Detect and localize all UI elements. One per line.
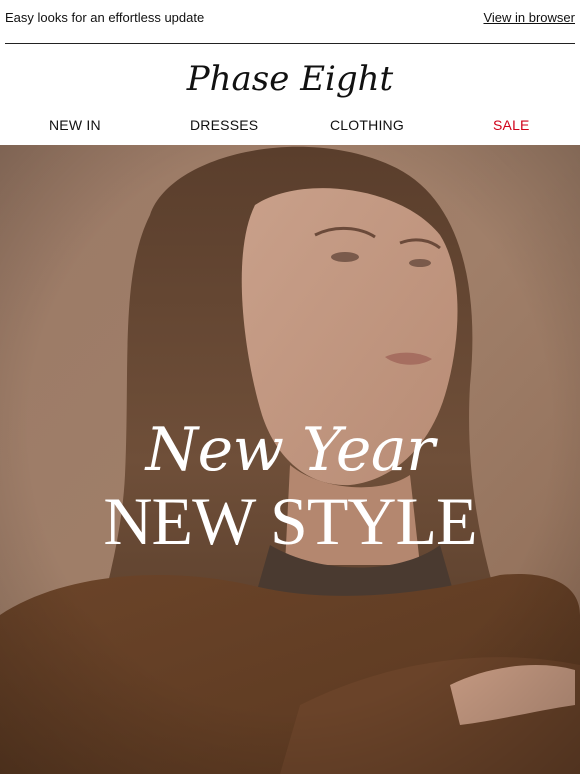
phase-eight-logo-icon: Phase Eight: [186, 59, 394, 99]
view-in-browser-link[interactable]: View in browser: [483, 10, 575, 25]
hero-headline-line2: NEW STYLE: [103, 483, 477, 559]
header-divider: [5, 43, 575, 44]
preheader-text: Easy looks for an effortless update: [5, 10, 205, 25]
nav-item-sale[interactable]: SALE: [493, 117, 530, 133]
nav-item-dresses[interactable]: DRESSES: [190, 117, 258, 133]
hero-headline-line1: New Year: [145, 415, 435, 485]
main-nav: NEW IN DRESSES CLOTHING SALE: [0, 117, 580, 137]
preheader-bar: Easy looks for an effortless update View…: [0, 0, 580, 36]
nav-item-clothing[interactable]: CLOTHING: [330, 117, 404, 133]
logo-wordmark: Phase Eight: [186, 59, 394, 99]
brand-logo[interactable]: Phase Eight: [0, 58, 580, 110]
nav-item-new-in[interactable]: NEW IN: [49, 117, 101, 133]
hero-banner[interactable]: New Year NEW STYLE: [0, 145, 580, 774]
